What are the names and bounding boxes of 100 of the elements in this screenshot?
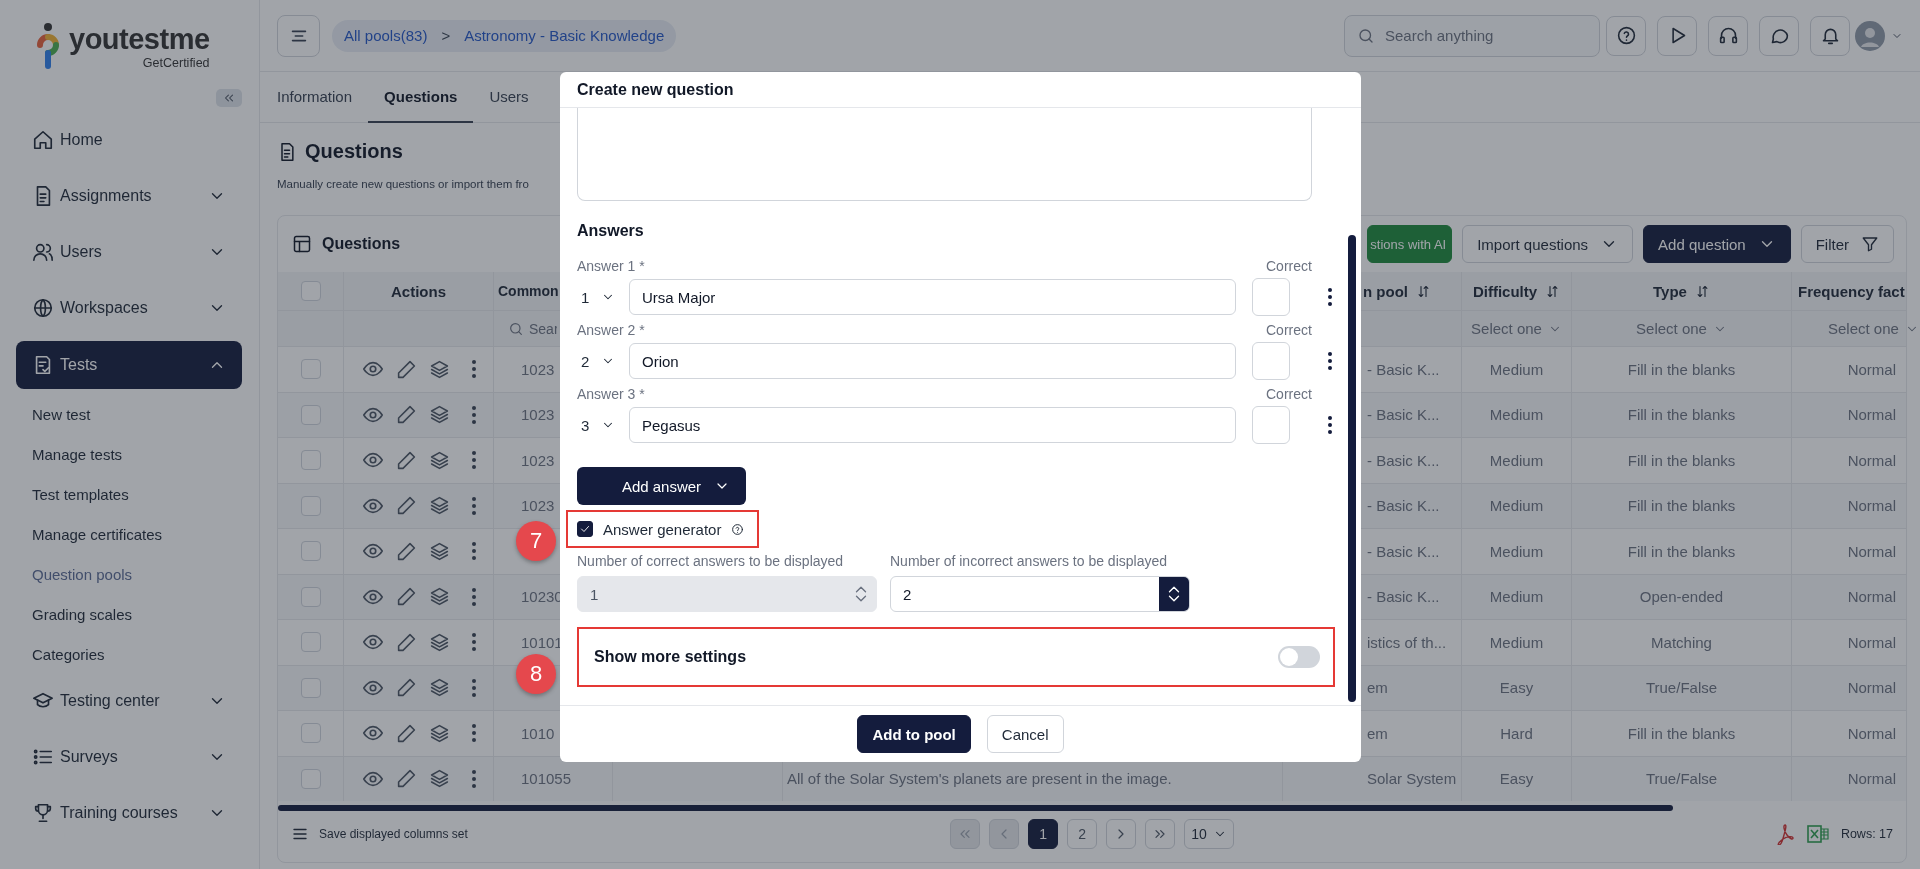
row-checkbox[interactable] [300, 677, 321, 698]
column-header[interactable]: Type [1653, 282, 1710, 300]
nav-subitem[interactable]: Grading scales [16, 594, 242, 634]
row-checkbox[interactable] [300, 404, 321, 425]
filter-button[interactable]: Filter [1800, 225, 1894, 263]
pencil-icon[interactable] [395, 768, 417, 790]
nav-item[interactable]: Surveys [16, 734, 242, 780]
select-all-checkbox[interactable] [300, 281, 321, 301]
checkbox[interactable] [577, 521, 593, 537]
nav-subitem[interactable]: Manage certificates [16, 514, 242, 554]
pencil-icon[interactable] [395, 631, 417, 653]
nav-subitem[interactable]: Categories [16, 634, 242, 674]
nav-item[interactable]: Training courses [16, 790, 242, 836]
column-header[interactable]: Frequency fact [1798, 282, 1905, 300]
pdf-icon[interactable] [1776, 822, 1795, 845]
support-button[interactable] [1708, 15, 1748, 56]
answer-generator-checkbox[interactable]: Answer generator [577, 520, 722, 538]
pencil-icon[interactable] [395, 677, 417, 699]
layers-icon[interactable] [428, 358, 450, 380]
row-checkbox[interactable] [300, 450, 321, 471]
add-question-button[interactable]: Add question [1643, 225, 1791, 263]
pencil-icon[interactable] [395, 586, 417, 608]
save-columns-button[interactable]: Save displayed columns set [291, 824, 468, 843]
more-icon[interactable] [1328, 288, 1332, 306]
scrollbar-thumb[interactable] [278, 805, 1673, 811]
layers-icon[interactable] [428, 495, 450, 517]
layers-icon[interactable] [428, 449, 450, 471]
nav-item[interactable]: Users [16, 229, 242, 275]
column-header[interactable]: Difficulty [1472, 282, 1561, 300]
page-button[interactable]: 1 [1028, 818, 1059, 849]
correct-checkbox[interactable] [1252, 278, 1290, 316]
order-select[interactable]: 3 [577, 416, 616, 434]
row-checkbox[interactable] [300, 359, 321, 380]
breadcrumb-link[interactable]: All pools(83) [344, 27, 428, 44]
ai-questions-button[interactable]: stions with AI [1367, 225, 1453, 263]
nav-item[interactable]: Tests [16, 341, 242, 389]
chat-button[interactable] [1759, 15, 1799, 56]
row-checkbox[interactable] [300, 586, 321, 607]
help-button[interactable] [1606, 15, 1646, 56]
row-checkbox[interactable] [300, 495, 321, 516]
menu-button[interactable] [277, 14, 320, 57]
column-header[interactable]: Common [498, 283, 559, 299]
answer-field[interactable]: Orion [629, 343, 1236, 379]
layers-icon[interactable] [428, 540, 450, 562]
tab[interactable]: Information [261, 72, 369, 123]
pencil-icon[interactable] [395, 449, 417, 471]
page-button[interactable]: 2 [1067, 818, 1098, 849]
page-size-select[interactable]: 10 [1184, 818, 1234, 849]
search-input[interactable]: Search anything [1385, 27, 1587, 44]
correct-checkbox[interactable] [1252, 406, 1290, 444]
number-field[interactable]: 2 [890, 576, 1190, 612]
layers-icon[interactable] [428, 631, 450, 653]
nav-subitem[interactable]: Question pools [16, 554, 242, 594]
answer-field[interactable]: Ursa Major [629, 279, 1236, 315]
search-field[interactable]: Search anything [1344, 14, 1600, 57]
notifications-button[interactable] [1810, 15, 1850, 56]
pencil-icon[interactable] [395, 540, 417, 562]
avatar[interactable] [1855, 20, 1885, 51]
layers-icon[interactable] [428, 677, 450, 699]
scrollbar-thumb[interactable] [1348, 235, 1356, 702]
answer-field[interactable]: Pegasus [629, 407, 1236, 443]
add-answer-button[interactable]: Add answer [577, 467, 746, 505]
add-to-pool-button[interactable]: Add to pool [857, 715, 971, 753]
number-input[interactable]: 2 [903, 585, 1159, 603]
pencil-icon[interactable] [395, 404, 417, 426]
more-icon[interactable] [1328, 416, 1332, 434]
pencil-icon[interactable] [395, 495, 417, 517]
row-checkbox[interactable] [300, 768, 321, 789]
nav-item[interactable]: Workspaces [16, 285, 242, 331]
nav-item[interactable]: Testing center [16, 678, 242, 724]
nav-item[interactable]: Assignments [16, 173, 242, 219]
nav-subitem[interactable]: Manage tests [16, 434, 242, 474]
breadcrumb-link[interactable]: Astronomy - Basic Knowledge [464, 27, 665, 44]
question-text-field[interactable] [577, 108, 1312, 201]
nav-subitem[interactable]: New test [16, 394, 242, 434]
last-page-button[interactable] [1145, 818, 1176, 849]
stepper-button[interactable] [1159, 577, 1189, 611]
more-icon[interactable] [1328, 352, 1332, 370]
import-questions-button[interactable]: Import questions [1462, 225, 1634, 263]
play-button[interactable] [1657, 15, 1697, 56]
order-select[interactable]: 2 [577, 352, 616, 370]
nav-subitem[interactable]: Test templates [16, 474, 242, 514]
order-select[interactable]: 1 [577, 288, 616, 306]
column-header[interactable]: Actions [391, 282, 446, 300]
layers-icon[interactable] [428, 768, 450, 790]
layers-icon[interactable] [428, 722, 450, 744]
column-header[interactable]: n pool [1363, 282, 1431, 300]
row-checkbox[interactable] [300, 541, 321, 562]
tab[interactable]: Users [473, 72, 545, 123]
pencil-icon[interactable] [395, 358, 417, 380]
cancel-button[interactable]: Cancel [986, 715, 1064, 753]
layers-icon[interactable] [428, 586, 450, 608]
correct-checkbox[interactable] [1252, 342, 1290, 380]
toggle-switch[interactable] [1278, 646, 1320, 668]
layers-icon[interactable] [428, 404, 450, 426]
pencil-icon[interactable] [395, 722, 417, 744]
row-checkbox[interactable] [300, 632, 321, 653]
row-checkbox[interactable] [300, 723, 321, 744]
spreadsheet-icon[interactable] [1806, 823, 1829, 844]
nav-item[interactable]: Home [16, 117, 242, 163]
